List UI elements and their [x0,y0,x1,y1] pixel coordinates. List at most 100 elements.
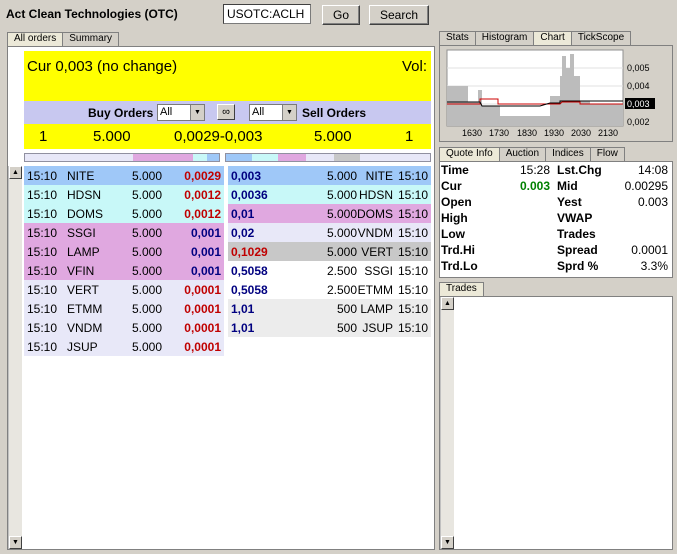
sell-total-qty: 5.000 [314,128,352,145]
symbol-input[interactable] [223,4,311,24]
order-time: 15:10 [27,321,58,335]
order-price: 0,5058 [231,264,268,278]
sell-filter-select[interactable]: All ▼ [249,104,297,121]
order-qty: 5.000 [131,321,162,335]
buy-order-row[interactable]: 15:10 ETMM 5.000 0,0001 [24,299,224,318]
chart-tab-strip: Stats Histogram Chart TickScope [439,31,632,45]
order-time: 15:10 [27,283,58,297]
sell-orders-label: Sell Orders [302,106,367,120]
info-key: Open [441,195,472,209]
sell-order-row[interactable]: 0,0036 5.000 HDSN 15:10 [228,185,431,204]
y-tick-label: 0,005 [627,63,650,73]
order-price: 0,003 [231,169,262,183]
order-qty: 5.000 [131,302,162,316]
order-time: 15:10 [397,207,428,221]
tab-trades[interactable]: Trades [439,282,484,296]
market-maker: LAMP [67,245,100,259]
buy-order-row[interactable]: 15:10 SSGI 5.000 0,001 [24,223,224,242]
order-price: 0,5058 [231,283,268,297]
order-price: 0,0001 [184,340,221,354]
order-time: 15:10 [397,169,428,183]
order-qty: 2.500 [326,283,357,297]
volume-text: Vol: [401,58,427,75]
sell-order-row[interactable]: 0,01 5.000 DOMS 15:10 [228,204,431,223]
buy-order-row[interactable]: 15:10 NITE 5.000 0,0029 [24,166,224,185]
order-price: 0,1029 [231,245,268,259]
sell-depth-bar [225,153,431,162]
quote-header: Cur 0,003 (no change) Vol: [24,51,431,101]
buy-filter-select[interactable]: All ▼ [157,104,205,121]
tab-auction[interactable]: Auction [498,147,547,161]
buy-order-row[interactable]: 15:10 VERT 5.000 0,0001 [24,280,224,299]
market-maker: DOMS [67,207,103,221]
market-maker: NITE [67,169,95,183]
order-time: 15:10 [397,226,428,240]
scroll-up-icon[interactable]: ▲ [9,166,22,179]
buy-order-row[interactable]: 15:10 HDSN 5.000 0,0012 [24,185,224,204]
order-qty: 5.000 [326,169,357,183]
tab-summary[interactable]: Summary [62,32,120,46]
tab-flow[interactable]: Flow [589,147,625,161]
order-book-scrollbar[interactable]: ▲ ▼ [8,166,22,549]
quote-info-row: Low Trades [440,226,672,242]
scroll-up-icon[interactable]: ▲ [441,297,454,310]
market-maker: JSUP [362,321,393,335]
market-maker: VNDM [67,321,103,335]
search-button[interactable]: Search [369,5,429,25]
sell-order-row[interactable]: 1,01 500 LAMP 15:10 [228,299,431,318]
order-qty: 5.000 [131,188,162,202]
tab-quote-info[interactable]: Quote Info [439,147,500,161]
sell-order-row[interactable]: 0,1029 5.000 VERT 15:10 [228,242,431,261]
tab-all-orders[interactable]: All orders [7,32,64,46]
order-time: 15:10 [397,302,428,316]
info-key: Time [441,163,469,177]
order-time: 15:10 [27,207,58,221]
buy-order-row[interactable]: 15:10 VNDM 5.000 0,0001 [24,318,224,337]
order-qty: 500 [336,321,357,335]
sell-order-row[interactable]: 1,01 500 JSUP 15:10 [228,318,431,337]
order-qty: 5.000 [326,226,357,240]
summary-bar: 1 5.000 0,0029-0,003 5.000 1 [24,124,431,149]
order-time: 15:10 [27,340,58,354]
order-qty: 5.000 [326,188,357,202]
order-time: 15:10 [397,188,428,202]
go-button[interactable]: Go [322,5,360,25]
intraday-chart: 1630 1730 1830 1930 2030 2130 0,005 0,00… [446,49,655,138]
y-tick-label: 0,004 [627,81,650,91]
quote-info-row: Trd.Hi Spread 0.0001 [440,242,672,258]
tab-chart[interactable]: Chart [533,31,572,45]
quote-info-row: Cur 0.003 Mid 0.00295 [440,178,672,194]
tab-tickscope[interactable]: TickScope [570,31,632,45]
order-time: 15:10 [27,169,58,183]
order-qty: 500 [336,302,357,316]
left-tab-strip: All orders Summary [7,32,120,46]
scroll-down-icon[interactable]: ▼ [441,536,454,549]
trades-scrollbar[interactable]: ▲ ▼ [440,297,454,549]
link-icon[interactable]: ∞ [217,104,235,120]
market-maker: JSUP [67,340,98,354]
info-value: 15:28 [519,163,550,177]
order-qty: 5.000 [131,169,162,183]
tab-stats[interactable]: Stats [439,31,476,45]
market-maker: SSGI [67,226,96,240]
info-key: Trd.Hi [441,243,476,257]
quote-info-panel: Time 15:28 Lst.Chg 14:08 Cur 0.003 Mid 0.00295 O… [439,161,673,278]
scroll-down-icon[interactable]: ▼ [9,536,22,549]
info-value: 3.3% [640,259,668,273]
tab-indices[interactable]: Indices [545,147,591,161]
info-key: High [441,211,468,225]
order-price: 0,0001 [184,283,221,297]
sell-order-row[interactable]: 0,5058 2.500 ETMM 15:10 [228,280,431,299]
x-tick-label: 2130 [598,128,618,138]
order-price: 0,0001 [184,302,221,316]
order-price: 0,0029 [184,169,221,183]
buy-order-row[interactable]: 15:10 DOMS 5.000 0,0012 [24,204,224,223]
buy-order-row[interactable]: 15:10 LAMP 5.000 0,001 [24,242,224,261]
buy-order-row[interactable]: 15:10 VFIN 5.000 0,001 [24,261,224,280]
buy-total-qty: 5.000 [93,128,131,145]
buy-order-row[interactable]: 15:10 JSUP 5.000 0,0001 [24,337,224,356]
sell-order-row[interactable]: 0,003 5.000 NITE 15:10 [228,166,431,185]
tab-histogram[interactable]: Histogram [474,31,535,45]
sell-order-row[interactable]: 0,02 5.000 VNDM 15:10 [228,223,431,242]
sell-order-row[interactable]: 0,5058 2.500 SSGI 15:10 [228,261,431,280]
